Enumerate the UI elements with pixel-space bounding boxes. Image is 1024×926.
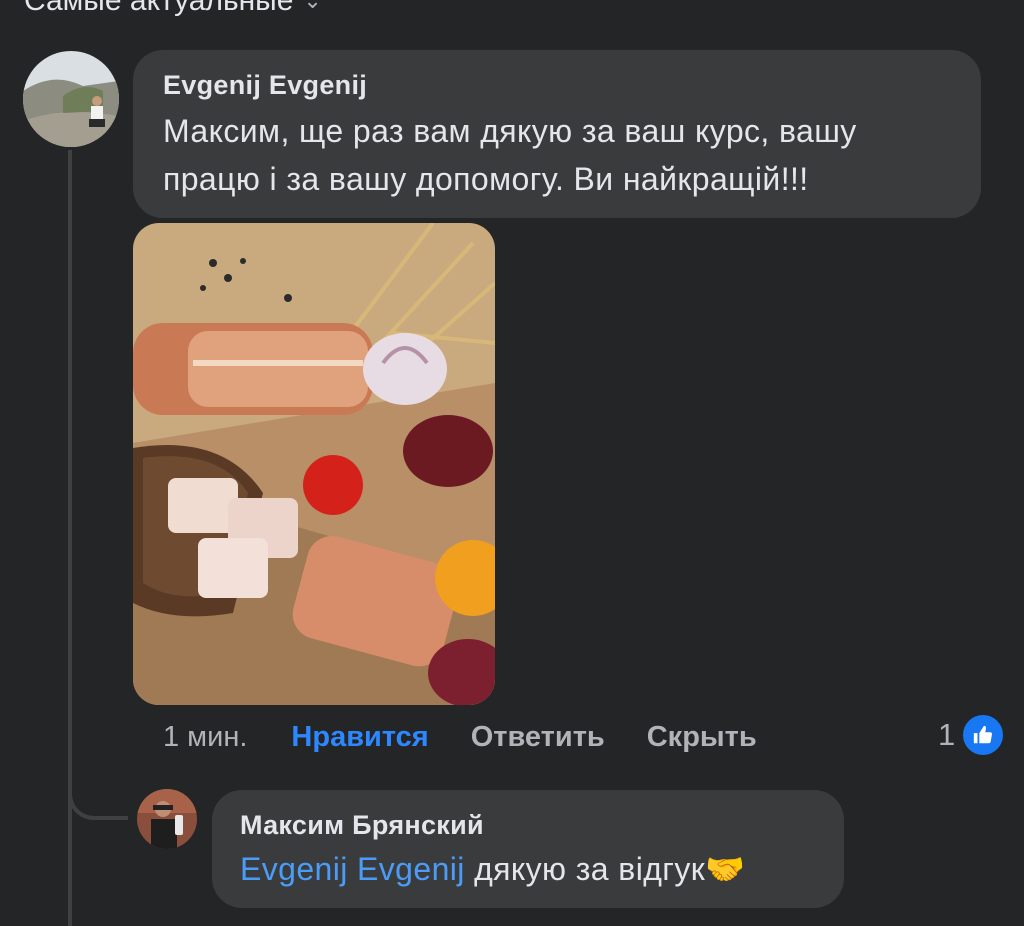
reply-text: Evgenij Evgenij дякую за відгук🤝 [240,845,816,893]
thread-connector [68,760,128,820]
reply-bubble: Максим Брянский Evgenij Evgenij дякую за… [212,790,844,908]
reaction-summary[interactable]: 1 [938,713,1006,757]
like-button[interactable]: Нравится [291,721,428,754]
reply-author[interactable]: Максим Брянский [240,810,816,841]
mention-link[interactable]: Evgenij Evgenij [240,851,465,887]
sort-selector[interactable]: Самые актуальные ⌄ [24,0,322,18]
reply-avatar[interactable] [137,789,197,849]
comment-text: Максим, ще раз вам дякую за ваш курс, ва… [163,113,857,197]
comment-photo[interactable] [133,223,495,705]
hide-button[interactable]: Скрыть [647,721,757,754]
thumbs-up-icon [961,713,1006,757]
thread-line [68,150,72,926]
comment-time: 1 мин. [163,720,248,753]
comment-author[interactable]: Evgenij Evgenij [163,70,951,101]
chevron-down-icon: ⌄ [303,0,322,13]
reply-button[interactable]: Ответить [471,721,605,754]
avatar[interactable] [23,51,119,147]
comment-bubble: Evgenij Evgenij Максим, ще раз вам дякую… [133,50,981,218]
comment-actions: 1 мин. Нравится Ответить Скрыть [163,712,757,762]
comments-page: Самые актуальные ⌄ Evgenij Evgenij Макси… [0,0,1024,926]
reaction-count: 1 [938,717,956,752]
sort-label: Самые актуальные [24,0,294,17]
reply-message: дякую за відгук🤝 [464,851,746,887]
